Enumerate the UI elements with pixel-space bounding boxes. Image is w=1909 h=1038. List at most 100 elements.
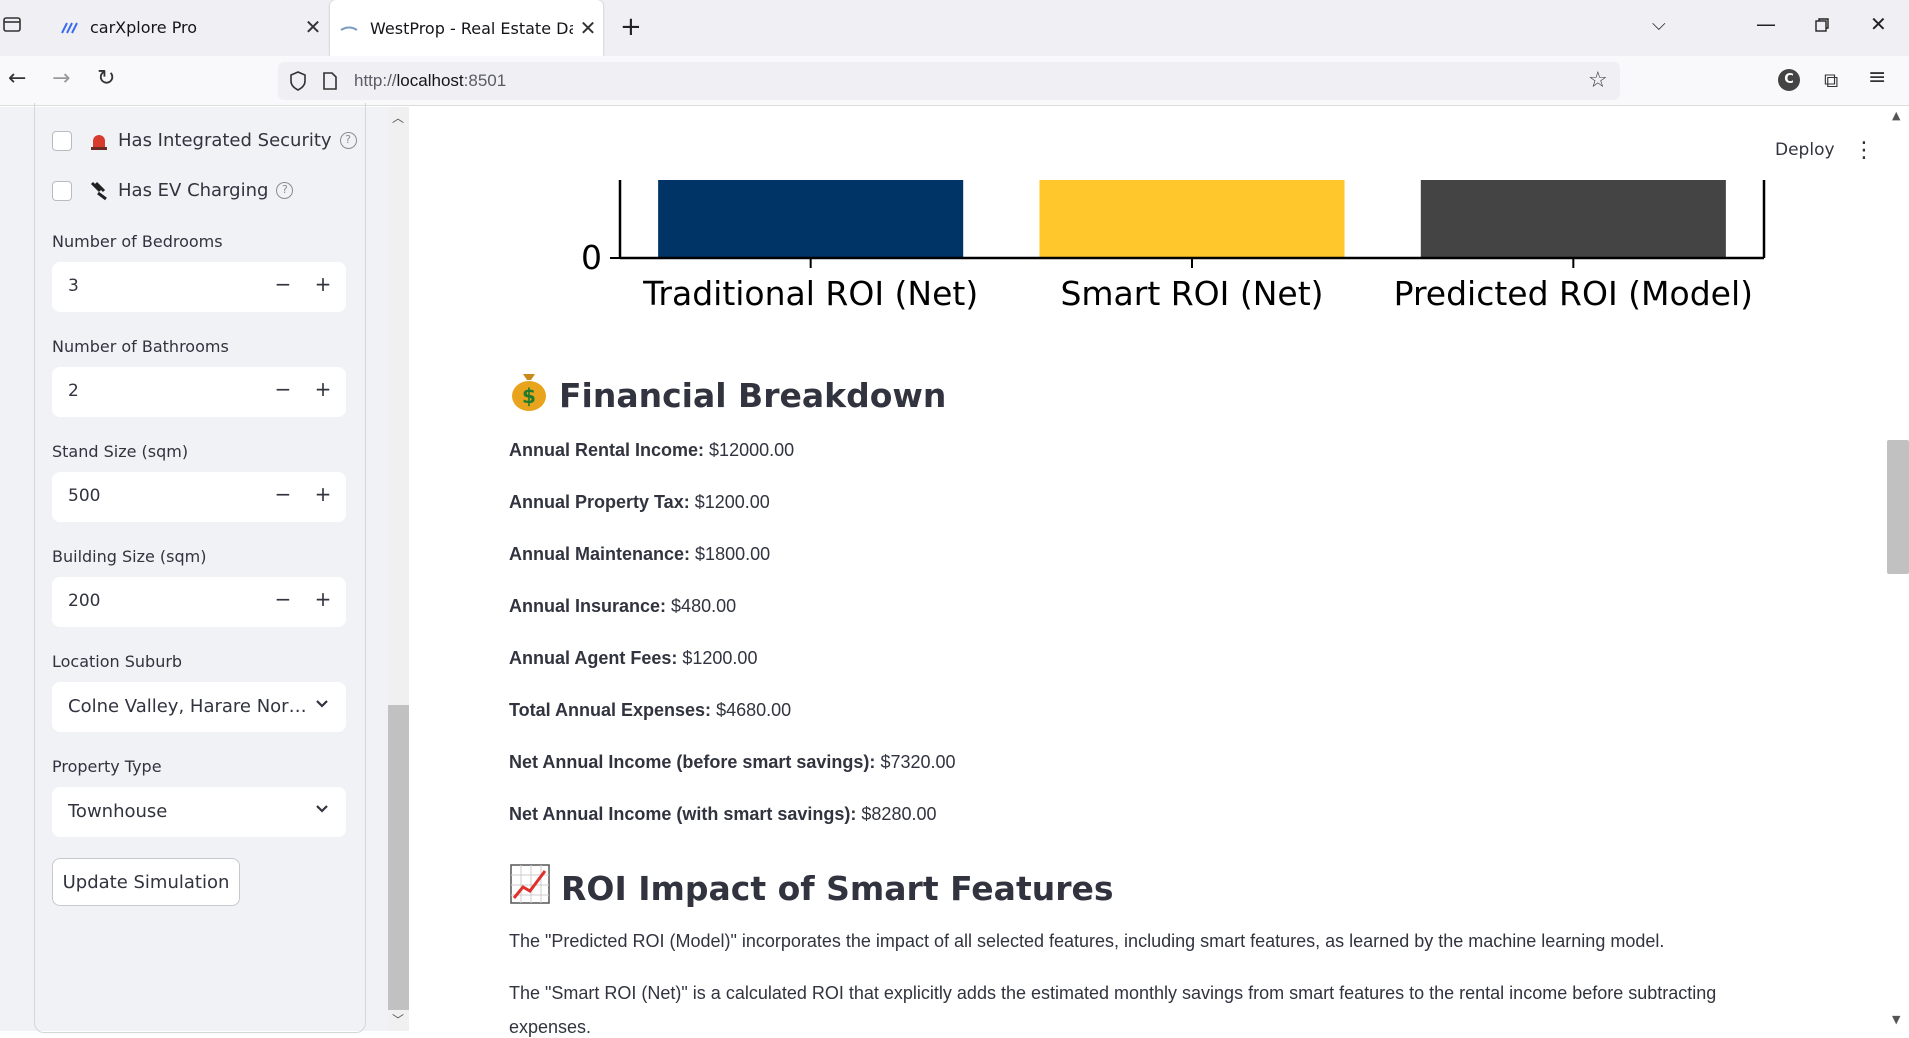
help-icon[interactable]: ? — [276, 182, 294, 199]
roi-bar-chart: Traditional ROI (Net) Smart ROI (Net) Pred… — [509, 180, 1787, 336]
bathrooms-input[interactable]: 2 − + — [52, 367, 346, 417]
roi-impact-title: ROI Impact of Smart Features — [561, 868, 1114, 908]
close-window-icon[interactable]: ✕ — [1870, 12, 1887, 36]
chart-increasing-icon — [509, 863, 551, 913]
url-scheme: http:// — [354, 71, 397, 90]
ev-charging-label: Has EV Charging — [118, 180, 269, 201]
financial-item: Annual Maintenance: $1800.00 — [509, 544, 770, 565]
financial-item-value: $1200.00 — [682, 648, 758, 668]
svg-text:$: $ — [522, 384, 536, 408]
financial-item: Net Annual Income (before smart savings)… — [509, 752, 956, 773]
shield-icon[interactable] — [288, 70, 308, 96]
bathrooms-label: Number of Bathrooms — [52, 337, 229, 356]
stand-size-decrement-button[interactable]: − — [269, 482, 297, 512]
menu-icon[interactable]: ≡ — [1868, 65, 1886, 90]
bedrooms-decrement-button[interactable]: − — [269, 272, 297, 302]
scroll-up-icon[interactable]: ▲ — [1892, 109, 1900, 122]
financial-item-value: $1200.00 — [694, 492, 770, 512]
financial-item: Net Annual Income (with smart savings): … — [509, 804, 936, 825]
building-size-decrement-button[interactable]: − — [269, 587, 297, 617]
siren-icon — [88, 131, 110, 151]
url-port: :8501 — [463, 71, 507, 90]
carxplore-favicon-icon — [60, 20, 78, 34]
building-size-value[interactable]: 200 — [68, 591, 100, 611]
financial-item: Total Annual Expenses: $4680.00 — [509, 700, 791, 721]
bar-1 — [1039, 180, 1345, 258]
scroll-down-icon[interactable]: ▼ — [1892, 1013, 1900, 1026]
close-tab-icon[interactable]: ✕ — [573, 16, 603, 40]
financial-item: Annual Rental Income: $12000.00 — [509, 440, 794, 461]
x-tick-label-2: Predicted ROI (Model) — [1394, 274, 1753, 313]
property-type-label: Property Type — [52, 757, 162, 776]
bar-0 — [658, 180, 964, 258]
reload-icon[interactable]: ↻ — [97, 66, 115, 91]
building-size-input[interactable]: 200 − + — [52, 577, 346, 627]
x-tick-label-0: Traditional ROI (Net) — [642, 274, 978, 313]
sidebar-scrollbar[interactable]: ︿ ﹀ — [388, 107, 409, 1031]
browser-nav-bar: ← → ↻ http://localhost:8501 ☆ C ⧉ ≡ — [0, 56, 1909, 106]
suburb-select[interactable]: Colne Valley, Harare Nor… — [52, 682, 346, 732]
bedrooms-input[interactable]: 3 − + — [52, 262, 346, 312]
more-options-icon[interactable]: ⋮ — [1853, 138, 1875, 163]
update-simulation-button[interactable]: Update Simulation — [52, 858, 240, 906]
chevron-down-icon[interactable] — [314, 696, 330, 716]
property-type-select[interactable]: Townhouse — [52, 787, 346, 837]
building-size-label: Building Size (sqm) — [52, 547, 207, 566]
bedrooms-value[interactable]: 3 — [68, 276, 79, 296]
back-icon[interactable]: ← — [8, 66, 26, 91]
predicted-roi-paragraph: The "Predicted ROI (Model)" incorporates… — [509, 931, 1665, 951]
main-scrollbar-thumb[interactable] — [1887, 440, 1909, 574]
electric-plug-icon — [88, 181, 110, 201]
financial-item-value: $8280.00 — [861, 804, 937, 824]
help-icon[interactable]: ? — [339, 132, 357, 149]
star-icon[interactable]: ☆ — [1588, 68, 1608, 93]
close-tab-icon[interactable]: ✕ — [298, 15, 328, 39]
scroll-up-icon[interactable]: ︿ — [392, 109, 404, 126]
minimize-icon[interactable]: — — [1756, 12, 1776, 36]
tab-westprop[interactable]: WestProp - Real Estate Dashboa ✕ — [330, 0, 603, 56]
financial-item-value: $1800.00 — [695, 544, 771, 564]
sidebar-scrollbar-thumb[interactable] — [388, 705, 409, 1010]
bedrooms-increment-button[interactable]: + — [309, 272, 337, 302]
restore-icon[interactable] — [1814, 14, 1830, 38]
page-icon[interactable] — [322, 71, 338, 95]
westprop-favicon-icon — [340, 21, 358, 35]
financial-breakdown-title: Financial Breakdown — [559, 375, 947, 415]
bedrooms-label: Number of Bedrooms — [52, 232, 223, 251]
bathrooms-decrement-button[interactable]: − — [269, 377, 297, 407]
financial-item: Annual Property Tax: $1200.00 — [509, 492, 770, 513]
financial-item-label: Annual Insurance: — [509, 596, 667, 616]
stand-size-increment-button[interactable]: + — [309, 482, 337, 512]
tab-carxplore[interactable]: carXplore Pro ✕ — [44, 0, 328, 54]
financial-item: Annual Agent Fees: $1200.00 — [509, 648, 757, 669]
financial-item-label: Net Annual Income (with smart savings): — [509, 804, 857, 824]
financial-item-label: Annual Rental Income: — [509, 440, 705, 460]
url-text[interactable]: http://localhost:8501 — [354, 71, 506, 91]
smart-roi-paragraph-continued: expenses. — [509, 1017, 592, 1037]
integrated-security-checkbox[interactable] — [52, 131, 72, 151]
roi-chart-svg: Traditional ROI (Net) Smart ROI (Net) Pred… — [581, 180, 1766, 313]
stand-size-value[interactable]: 500 — [68, 486, 100, 506]
stand-size-input[interactable]: 500 − + — [52, 472, 346, 522]
address-bar[interactable]: http://localhost:8501 ☆ — [278, 62, 1620, 100]
extensions-icon[interactable]: ⧉ — [1824, 68, 1838, 92]
ev-charging-checkbox[interactable] — [52, 181, 72, 201]
bathrooms-value[interactable]: 2 — [68, 381, 79, 401]
suburb-value: Colne Valley, Harare Nor… — [68, 696, 307, 717]
account-icon[interactable]: C — [1778, 69, 1800, 91]
tab-list-icon[interactable] — [2, 14, 22, 39]
ev-charging-option[interactable]: Has EV Charging ? — [88, 180, 294, 201]
main-scrollbar[interactable]: ▲ ▼ — [1887, 107, 1909, 1031]
new-tab-icon[interactable]: + — [620, 12, 642, 42]
building-size-increment-button[interactable]: + — [309, 587, 337, 617]
deploy-button[interactable]: Deploy — [1775, 140, 1835, 160]
chevron-down-icon[interactable] — [314, 801, 330, 821]
scroll-down-icon[interactable]: ﹀ — [392, 1011, 404, 1028]
browser-tab-bar: carXplore Pro ✕ WestProp - Real Estate D… — [0, 0, 1909, 56]
bathrooms-increment-button[interactable]: + — [309, 377, 337, 407]
integrated-security-option[interactable]: Has Integrated Security ? — [88, 130, 357, 151]
chevron-down-icon[interactable]: ⌵ — [1652, 14, 1666, 35]
forward-icon[interactable]: → — [52, 66, 70, 91]
tab-title: carXplore Pro — [90, 17, 198, 37]
url-host: localhost — [396, 71, 464, 90]
